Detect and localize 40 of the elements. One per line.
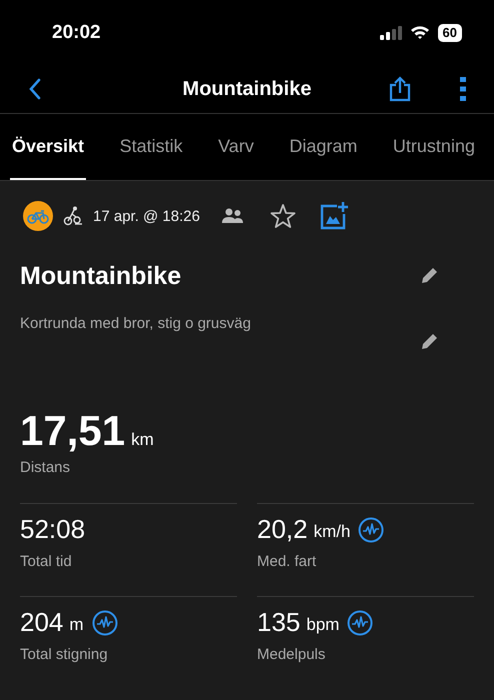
add-photo-icon[interactable] [320, 202, 348, 230]
cyclist-icon [63, 206, 83, 226]
distance-unit: km [131, 430, 154, 450]
tab[interactable]: Utrustning [390, 114, 477, 180]
stat-label: Total tid [20, 553, 73, 570]
stat-unit: m [69, 614, 84, 634]
wifi-icon [410, 25, 430, 40]
stat-value: 204 [20, 607, 64, 638]
more-icon[interactable] [460, 77, 466, 101]
screen-title: Mountainbike [182, 78, 312, 100]
back-icon[interactable] [28, 78, 42, 100]
stat-value: 52:08 [20, 514, 86, 545]
signal-icon [380, 26, 402, 40]
star-icon[interactable] [270, 203, 296, 229]
stat-label: Medelpuls [257, 646, 326, 663]
stat-value: 135 [257, 607, 300, 638]
battery-indicator: 60 [438, 24, 462, 42]
pencil-icon[interactable] [420, 333, 438, 351]
stat-unit: km/h [314, 522, 350, 542]
activity-description: Kortrunda med bror, stig o grusväg [20, 315, 251, 332]
bicycle-icon [23, 201, 53, 231]
activity-title: Mountainbike [20, 262, 182, 290]
tab[interactable]: Översikt [10, 114, 86, 180]
stat-value: 20,2 [257, 514, 308, 545]
distance-value: 17,51 [20, 407, 126, 455]
stat-unit: bpm [306, 614, 340, 634]
pencil-icon[interactable] [420, 267, 438, 285]
tab[interactable]: Varv [216, 114, 256, 180]
stat-label: Total stigning [20, 646, 109, 663]
distance-label: Distans [20, 459, 72, 476]
graph-icon[interactable] [358, 516, 384, 542]
stat-label: Med. fart [257, 553, 318, 570]
tab[interactable]: Statistik [118, 114, 185, 180]
graph-icon[interactable] [92, 610, 118, 636]
activity-date: 17 apr. @ 18:26 [93, 208, 200, 224]
graph-icon[interactable] [347, 610, 374, 636]
tab[interactable]: Diagram [287, 114, 360, 180]
share-icon[interactable] [388, 76, 412, 102]
status-time: 20:02 [52, 22, 101, 44]
people-icon[interactable] [222, 208, 244, 224]
